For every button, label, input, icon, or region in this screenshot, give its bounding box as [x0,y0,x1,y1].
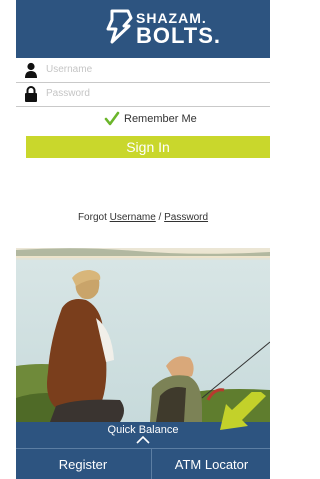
logo-text-bolts: BOLTS. [136,23,222,48]
bolt-logo-icon [106,9,133,44]
checkmark-icon[interactable] [104,111,120,127]
lock-icon [25,86,37,102]
login-panel: Remember Me Sign In Forgot Username / Pa… [16,58,270,248]
app-screen: SHAZAM. BOLTS. Remember Me Sign In [16,0,270,479]
password-row [16,82,270,107]
username-row [16,58,270,83]
sign-in-button[interactable]: Sign In [26,136,270,158]
forgot-separator: / [155,212,165,223]
password-input[interactable] [46,85,261,102]
chevron-up-icon[interactable] [136,436,150,444]
register-tab[interactable]: Register [16,449,150,479]
user-icon [25,62,37,78]
app-header: SHAZAM. BOLTS. [16,0,270,58]
forgot-password-link[interactable]: Password [164,212,208,223]
shazam-bolts-logo: SHAZAM. BOLTS. [98,6,222,50]
forgot-username-link[interactable]: Username [110,212,156,223]
atm-locator-tab[interactable]: ATM Locator [151,449,270,479]
remember-me-label: Remember Me [124,113,197,125]
bottom-tab-bar: Register ATM Locator [16,448,270,479]
pointer-arrow-icon [220,392,266,430]
remember-me-toggle[interactable]: Remember Me [104,110,197,128]
username-input[interactable] [46,61,261,78]
forgot-credentials: Forgot Username / Password [16,212,270,223]
forgot-prefix: Forgot [77,212,110,223]
